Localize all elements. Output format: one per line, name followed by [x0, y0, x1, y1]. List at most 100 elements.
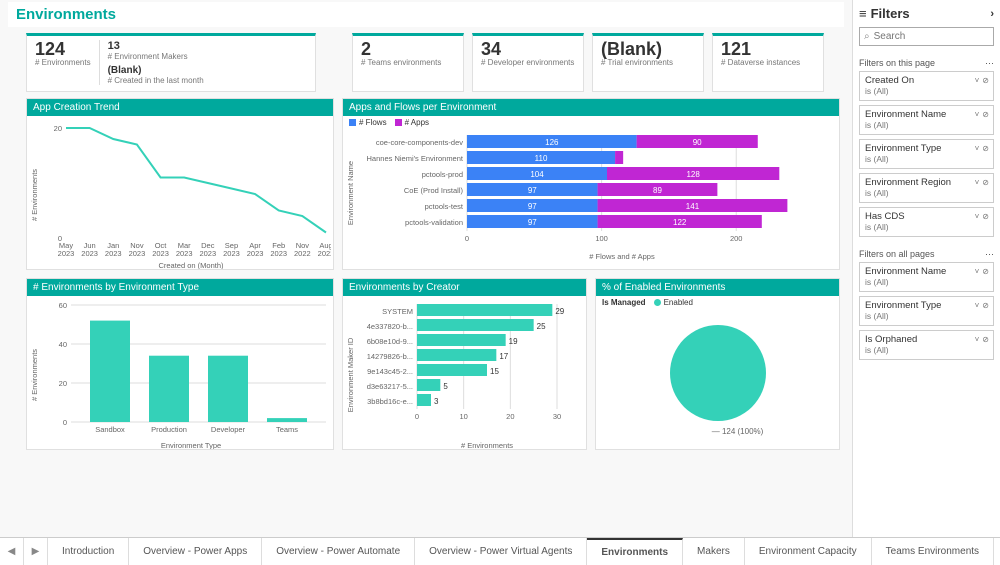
- more-icon[interactable]: ⋯: [985, 249, 994, 260]
- kpi-environments[interactable]: 124 # Environments 13 # Environment Make…: [26, 33, 316, 92]
- chevron-down-icon: ˅: [975, 110, 980, 119]
- filter-all-2[interactable]: Is Orphanedis (All)˅⊘: [859, 330, 994, 360]
- kpi-teams-label: # Teams environments: [361, 58, 455, 67]
- filters-header: ≡Filters ›: [859, 4, 994, 27]
- filter-page-2[interactable]: Environment Typeis (All)˅⊘: [859, 139, 994, 169]
- svg-text:126: 126: [545, 138, 559, 147]
- clear-icon[interactable]: ⊘: [982, 267, 989, 276]
- kpi-trial[interactable]: (Blank) # Trial environments: [592, 33, 704, 92]
- tab-prev[interactable]: ◀: [0, 538, 24, 565]
- kpi-teams[interactable]: 2 # Teams environments: [352, 33, 464, 92]
- kpi-makers: 13: [108, 40, 204, 52]
- kpi-dataverse-value: 121: [721, 40, 815, 58]
- filter-sub: is (All): [865, 188, 988, 198]
- kpi-dataverse-label: # Dataverse instances: [721, 58, 815, 67]
- svg-text:20: 20: [506, 412, 514, 421]
- filter-all-1[interactable]: Environment Typeis (All)˅⊘: [859, 296, 994, 326]
- chevron-down-icon: ˅: [975, 178, 980, 187]
- legend-apps-flows: # Flows # Apps: [343, 116, 839, 129]
- chart-trend: # Environments 020May2023Jun2023Jan2023N…: [31, 120, 331, 270]
- svg-text:3: 3: [434, 397, 439, 406]
- card-apps-flows-title: Apps and Flows per Environment: [343, 99, 839, 116]
- tab-overview-power-apps[interactable]: Overview - Power Apps: [129, 538, 262, 565]
- clear-icon[interactable]: ⊘: [982, 144, 989, 153]
- filter-title: Created On: [865, 75, 988, 86]
- svg-text:122: 122: [673, 218, 687, 227]
- kpi-dataverse[interactable]: 121 # Dataverse instances: [712, 33, 824, 92]
- tab-next[interactable]: ▶: [24, 538, 48, 565]
- svg-text:Sandbox: Sandbox: [95, 425, 125, 434]
- svg-text:40: 40: [59, 340, 67, 349]
- card-trend[interactable]: App Creation Trend # Environments 020May…: [26, 98, 334, 270]
- clear-icon[interactable]: ⊘: [982, 178, 989, 187]
- filter-title: Environment Name: [865, 109, 988, 120]
- tab-introduction[interactable]: Introduction: [48, 538, 129, 565]
- filter-page-1[interactable]: Environment Nameis (All)˅⊘: [859, 105, 994, 135]
- tab-environments[interactable]: Environments: [587, 538, 683, 565]
- svg-text:3b8bd16c-e...: 3b8bd16c-e...: [367, 397, 413, 406]
- svg-text:# Flows and # Apps: # Flows and # Apps: [589, 252, 655, 261]
- svg-text:Created on (Month): Created on (Month): [158, 261, 224, 270]
- chart-env-type: # Environments 0204060SandboxProductionD…: [31, 300, 331, 450]
- filter-search-input[interactable]: [874, 31, 989, 42]
- clear-icon[interactable]: ⊘: [982, 335, 989, 344]
- kpi-makers-label: # Environment Makers: [108, 52, 204, 61]
- svg-text:0: 0: [465, 234, 469, 243]
- chevron-down-icon: ˅: [975, 267, 980, 276]
- svg-text:0: 0: [415, 412, 419, 421]
- svg-text:30: 30: [553, 412, 561, 421]
- page-title-text: Environments: [16, 6, 116, 23]
- kpi-trial-value: (Blank): [601, 40, 695, 58]
- svg-text:2022: 2022: [294, 249, 311, 258]
- kpi-created-month: (Blank): [108, 65, 204, 76]
- kpi-teams-value: 2: [361, 40, 455, 58]
- svg-text:141: 141: [686, 202, 700, 211]
- tab-teams-environments[interactable]: Teams Environments: [872, 538, 994, 565]
- svg-text:2023: 2023: [152, 249, 169, 258]
- card-enabled[interactable]: % of Enabled Environments Is Managed Ena…: [595, 278, 840, 450]
- card-trend-title: App Creation Trend: [27, 99, 333, 116]
- svg-text:89: 89: [653, 186, 662, 195]
- svg-text:2023: 2023: [247, 249, 264, 258]
- filter-page-4[interactable]: Has CDSis (All)˅⊘: [859, 207, 994, 237]
- filter-sub: is (All): [865, 311, 988, 321]
- svg-text:4e337820-b...: 4e337820-b...: [367, 322, 413, 331]
- filter-all-0[interactable]: Environment Nameis (All)˅⊘: [859, 262, 994, 292]
- svg-text:Developer: Developer: [211, 425, 246, 434]
- svg-text:SYSTEM: SYSTEM: [382, 307, 413, 316]
- tab-makers[interactable]: Makers: [683, 538, 745, 565]
- kpi-dev-label: # Developer environments: [481, 58, 575, 67]
- page-tabs: ◀ ▶ IntroductionOverview - Power AppsOve…: [0, 537, 1000, 565]
- svg-text:0: 0: [63, 418, 67, 427]
- clear-icon[interactable]: ⊘: [982, 301, 989, 310]
- clear-icon[interactable]: ⊘: [982, 212, 989, 221]
- filter-search[interactable]: ⌕: [859, 27, 994, 46]
- card-apps-flows[interactable]: Apps and Flows per Environment # Flows #…: [342, 98, 840, 270]
- filter-title: Is Orphaned: [865, 334, 988, 345]
- svg-text:90: 90: [693, 138, 702, 147]
- svg-text:d3e63217-5...: d3e63217-5...: [367, 382, 413, 391]
- tab-overview-power-virtual-agents[interactable]: Overview - Power Virtual Agents: [415, 538, 587, 565]
- svg-text:17: 17: [499, 352, 508, 361]
- collapse-icon[interactable]: ›: [990, 8, 994, 20]
- chart-apps-flows: Environment Name 0100200coe-core-compone…: [347, 133, 829, 261]
- card-env-type[interactable]: # Environments by Environment Type # Env…: [26, 278, 334, 450]
- clear-icon[interactable]: ⊘: [982, 76, 989, 85]
- filter-page-0[interactable]: Created Onis (All)˅⊘: [859, 71, 994, 101]
- svg-text:# Environments: # Environments: [31, 349, 39, 401]
- filter-page-3[interactable]: Environment Regionis (All)˅⊘: [859, 173, 994, 203]
- svg-text:97: 97: [528, 186, 537, 195]
- svg-text:110: 110: [535, 154, 548, 163]
- filter-section-page: Filters on this page: [859, 58, 935, 69]
- card-by-creator[interactable]: Environments by Creator Environment Make…: [342, 278, 587, 450]
- card-env-type-title: # Environments by Environment Type: [27, 279, 333, 296]
- kpi-row: 124 # Environments 13 # Environment Make…: [26, 33, 844, 92]
- clear-icon[interactable]: ⊘: [982, 110, 989, 119]
- tab-environment-capacity[interactable]: Environment Capacity: [745, 538, 872, 565]
- chart-enabled-pie: [663, 323, 773, 433]
- svg-text:20: 20: [54, 124, 62, 133]
- svg-text:60: 60: [59, 301, 67, 310]
- tab-overview-power-automate[interactable]: Overview - Power Automate: [262, 538, 415, 565]
- more-icon[interactable]: ⋯: [985, 58, 994, 69]
- kpi-dev[interactable]: 34 # Developer environments: [472, 33, 584, 92]
